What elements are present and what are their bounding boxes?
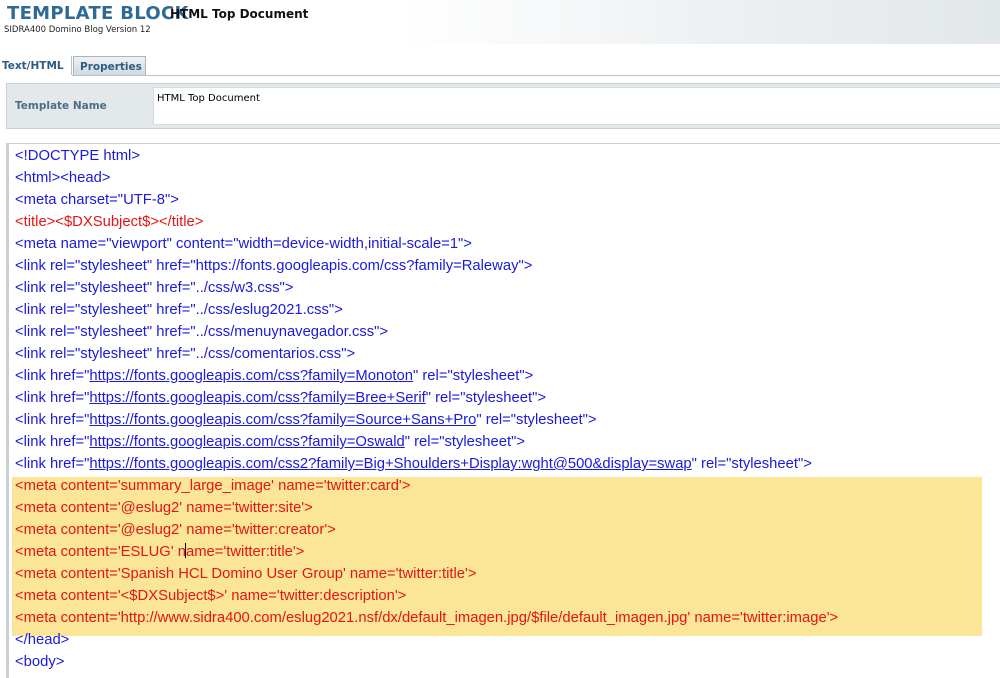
form-header: TEMPLATE BLOCK HTML Top Document SIDRA40… [0, 0, 1000, 44]
code-line: <meta content='http://www.sidra400.com/e… [15, 607, 838, 629]
code-text: <body> [15, 654, 65, 670]
code-text: <meta content='ESLUG' n [15, 544, 186, 560]
code-line: <title><$DXSubject$></title> [15, 211, 203, 233]
code-line: <link rel="stylesheet" href="https://fon… [15, 255, 532, 277]
code-line: <link href="https://fonts.googleapis.com… [15, 409, 597, 431]
code-line: <link rel="stylesheet" href="../css/eslu… [15, 299, 343, 321]
code-text: <meta name="viewport" content="width=dev… [15, 236, 472, 252]
code-text: <link rel="stylesheet" href="../css/eslu… [15, 302, 343, 318]
code-line: <link href="https://fonts.googleapis.com… [15, 387, 546, 409]
code-link[interactable]: https://fonts.googleapis.com/css?family=… [89, 390, 425, 406]
code-text: " rel="stylesheet"> [691, 456, 812, 472]
code-text: <link rel="stylesheet" href="../css/come… [15, 346, 356, 362]
code-line: <meta content='<$DXSubject$>' name='twit… [15, 585, 406, 607]
code-line: <meta content='ESLUG' name='twitter:titl… [15, 541, 304, 563]
document-title: HTML Top Document [170, 7, 309, 21]
code-line: <meta content='@eslug2' name='twitter:si… [15, 497, 313, 519]
code-text: <link rel="stylesheet" href="https://fon… [15, 258, 533, 274]
code-link[interactable]: https://fonts.googleapis.com/css?family=… [89, 434, 404, 450]
template-name-field[interactable]: HTML Top Document [153, 87, 1000, 125]
template-name-panel: Template Name HTML Top Document [6, 83, 1000, 129]
tab-divider [72, 75, 1000, 76]
code-line: <link href="https://fonts.googleapis.com… [15, 365, 533, 387]
code-text: " rel="stylesheet"> [476, 412, 597, 428]
code-line: <link rel="stylesheet" href="../css/menu… [15, 321, 388, 343]
code-text: <link rel="stylesheet" href="../css/menu… [15, 324, 389, 340]
tab-text-html[interactable]: Text/HTML [0, 56, 72, 75]
code-text: " rel="stylesheet"> [413, 368, 534, 384]
code-text: <meta charset="UTF-8"> [15, 192, 179, 208]
code-text: " rel="stylesheet"> [404, 434, 525, 450]
code-line: <link rel="stylesheet" href="../css/come… [15, 343, 355, 365]
template-name-label: Template Name [15, 100, 107, 112]
code-text: <link href=" [15, 390, 90, 406]
code-line: <link href="https://fonts.googleapis.com… [15, 453, 812, 475]
code-text: <html><head> [15, 170, 111, 186]
code-text: <title><$DXSubject$></title> [15, 214, 204, 230]
code-line: <link href="https://fonts.googleapis.com… [15, 431, 525, 453]
code-link[interactable]: https://fonts.googleapis.com/css2?family… [89, 456, 691, 472]
app-version: SIDRA400 Domino Blog Version 12 [4, 25, 151, 35]
code-text: <!DOCTYPE html> [15, 148, 140, 164]
code-line: <meta content='@eslug2' name='twitter:cr… [15, 519, 336, 541]
code-text: <meta content='@eslug2' name='twitter:si… [15, 500, 313, 516]
code-text: <meta content='http://www.sidra400.com/e… [15, 610, 839, 626]
code-line: <meta content='summary_large_image' name… [15, 475, 410, 497]
code-text: ame='twitter:title'> [185, 544, 305, 560]
html-code-editor[interactable]: <!DOCTYPE html> <html><head> <meta charset… [6, 143, 1000, 678]
code-text: " rel="stylesheet"> [425, 390, 546, 406]
code-line: </head> [15, 629, 69, 651]
code-line: <link rel="stylesheet" href="../css/w3.c… [15, 277, 293, 299]
tab-properties[interactable]: Properties [73, 56, 146, 75]
code-line: <html><head> [15, 167, 110, 189]
code-text: <link rel="stylesheet" href="../css/w3.c… [15, 280, 294, 296]
code-text: <link href=" [15, 412, 90, 428]
tab-bar: Text/HTML Properties [0, 56, 1000, 76]
form-title: TEMPLATE BLOCK [7, 3, 189, 24]
code-text: <meta content='Spanish HCL Domino User G… [15, 566, 477, 582]
code-text: <link href=" [15, 368, 90, 384]
code-line: <meta name="viewport" content="width=dev… [15, 233, 472, 255]
code-line: <meta charset="UTF-8"> [15, 189, 179, 211]
code-link[interactable]: https://fonts.googleapis.com/css?family=… [89, 412, 476, 428]
code-link[interactable]: https://fonts.googleapis.com/css?family=… [89, 368, 413, 384]
code-line: <body> [15, 651, 64, 673]
code-text: <meta content='@eslug2' name='twitter:cr… [15, 522, 336, 538]
code-text: <link href=" [15, 434, 90, 450]
code-text: </head> [15, 632, 70, 648]
code-text: <link href=" [15, 456, 90, 472]
code-text: <meta content='<$DXSubject$>' name='twit… [15, 588, 407, 604]
code-line: <meta content='Spanish HCL Domino User G… [15, 563, 476, 585]
code-text: <meta content='summary_large_image' name… [15, 478, 411, 494]
code-line: <!DOCTYPE html> [15, 145, 140, 167]
